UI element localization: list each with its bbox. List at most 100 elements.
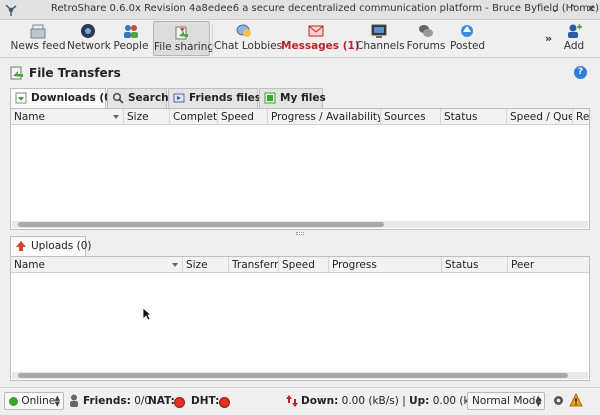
scrollbar-thumb[interactable]: [18, 373, 568, 378]
search-icon: [113, 93, 124, 104]
friends-label: Friends: 0/0: [83, 395, 152, 407]
operating-mode-value: Normal Mode: [472, 395, 542, 407]
column-header-name[interactable]: Name: [11, 109, 124, 125]
toolbar-label: Network: [67, 40, 111, 52]
toolbar-label: Posted: [450, 40, 486, 52]
column-header-completed[interactable]: Completed: [170, 109, 218, 125]
column-header-size[interactable]: Size: [183, 257, 229, 273]
messages-icon: [308, 25, 324, 37]
dht-label: DHT:: [191, 395, 220, 407]
close-icon[interactable]: ✕: [584, 3, 598, 17]
tab-search[interactable]: Search: [107, 88, 169, 108]
column-header-status[interactable]: Status: [442, 257, 508, 273]
toolbar-label: People: [113, 40, 149, 52]
toolbar-posted[interactable]: Posted: [450, 21, 486, 56]
status-bar: Online ▲ ▼ Friends: 0/0 NAT: DHT: Down: 0…: [0, 387, 600, 415]
tab-label: My files: [280, 92, 326, 104]
bandwidth-readout: Down: 0.00 (kB/s) | Up: 0.00 (kB/s): [301, 395, 490, 407]
tab-label: Search: [128, 92, 169, 104]
main-toolbar: News feed Network People File sharing Ch…: [0, 20, 600, 58]
page-title: File Transfers: [29, 66, 121, 80]
download-icon: [15, 92, 27, 104]
column-header-status[interactable]: Status: [441, 109, 507, 125]
chat-lobbies-icon: [236, 24, 251, 37]
bandwidth-icon: [286, 395, 298, 407]
column-header-sources[interactable]: Sources: [381, 109, 441, 125]
column-header-speed[interactable]: Speed: [279, 257, 329, 273]
toolbar-forums[interactable]: Forums: [406, 21, 446, 56]
scrollbar-thumb[interactable]: [18, 222, 384, 227]
column-header-transferred[interactable]: Transferred: [229, 257, 279, 273]
toolbar-label: Forums: [406, 40, 446, 52]
window-title: RetroShare 0.6.0x Revision 4a8edee6 a se…: [50, 3, 600, 14]
dht-status-icon[interactable]: [219, 397, 230, 408]
uploads-horizontal-scrollbar[interactable]: [12, 372, 588, 379]
minimize-icon[interactable]: ⌄: [548, 3, 562, 17]
my-files-icon: [264, 92, 276, 104]
add-friend-icon: [568, 24, 582, 38]
panel-header: File Transfers ?: [7, 62, 593, 84]
column-header-speed-queue[interactable]: Speed / Queue: [507, 109, 573, 125]
forums-icon: [419, 25, 433, 37]
nat-status-icon[interactable]: [174, 397, 185, 408]
file-sharing-icon: [175, 26, 188, 40]
settings-gear-icon[interactable]: [553, 395, 564, 406]
column-header-speed[interactable]: Speed: [218, 109, 268, 125]
tab-label: Downloads (0): [31, 92, 117, 104]
tab-uploads[interactable]: Uploads (0): [10, 236, 91, 256]
downloads-horizontal-scrollbar[interactable]: [12, 221, 588, 228]
downloads-table[interactable]: Name Size Completed Speed Progress / Ava…: [10, 108, 590, 230]
mouse-cursor-icon: [142, 307, 152, 321]
sort-desc-icon: [113, 115, 119, 119]
help-icon[interactable]: ?: [574, 66, 587, 79]
network-icon: [81, 24, 95, 38]
column-header-name[interactable]: Name: [11, 257, 183, 273]
toolbar-messages[interactable]: Messages (1): [281, 21, 360, 56]
column-header-peer[interactable]: Peer: [508, 257, 589, 273]
online-status-icon: [9, 397, 18, 406]
toolbar-file-sharing[interactable]: File sharing: [153, 21, 214, 56]
news-feed-icon: [30, 24, 46, 39]
toolbar-network[interactable]: Network: [67, 21, 111, 56]
tab-my-files[interactable]: My files: [259, 88, 326, 108]
spin-arrows-icon: ▲ ▼: [54, 394, 60, 408]
column-header-size[interactable]: Size: [124, 109, 170, 125]
tab-label: Friends files: [189, 92, 262, 104]
people-icon: [124, 25, 138, 38]
column-header-remaining[interactable]: Rem: [573, 109, 589, 125]
toolbar-channels[interactable]: Channels: [356, 21, 405, 56]
uploads-table-header: Name Size Transferred Speed Progress Sta…: [11, 257, 589, 273]
sort-desc-icon: [172, 263, 178, 267]
toolbar-label: File sharing: [154, 41, 215, 53]
online-status-value: Online: [21, 395, 56, 407]
toolbar-label: News feed: [10, 40, 66, 52]
warning-icon[interactable]: [569, 393, 583, 407]
friends-files-icon: [173, 93, 185, 103]
operating-mode-select[interactable]: Normal Mode ▲ ▼: [467, 392, 545, 410]
title-bar: RetroShare 0.6.0x Revision 4a8edee6 a se…: [0, 0, 600, 20]
maximize-icon[interactable]: ⌃: [566, 3, 580, 17]
column-header-progress[interactable]: Progress / Availability: [268, 109, 381, 125]
toolbar-news-feed[interactable]: News feed: [10, 21, 66, 56]
uploads-table[interactable]: Name Size Transferred Speed Progress Sta…: [10, 256, 590, 381]
toolbar-chat-lobbies[interactable]: Chat Lobbies: [214, 21, 282, 56]
toolbar-label: Add: [563, 40, 585, 52]
tab-label: Uploads (0): [31, 240, 92, 252]
pane-splitter-handle[interactable]: [296, 232, 304, 235]
tab-downloads[interactable]: Downloads (0): [10, 88, 116, 109]
upload-icon: [16, 241, 26, 251]
downloads-table-header: Name Size Completed Speed Progress / Ava…: [11, 109, 589, 125]
posted-icon: [461, 25, 473, 37]
file-transfers-icon: [10, 66, 23, 80]
column-header-progress[interactable]: Progress: [329, 257, 442, 273]
toolbar-people[interactable]: People: [113, 21, 149, 56]
toolbar-label: Messages (1): [281, 40, 360, 52]
toolbar-add[interactable]: Add: [561, 21, 587, 56]
toolbar-overflow-button[interactable]: »: [545, 32, 552, 45]
nat-label: NAT:: [148, 395, 175, 407]
friends-icon: [70, 394, 78, 407]
online-status-select[interactable]: Online ▲ ▼: [4, 392, 64, 410]
channels-icon: [371, 24, 387, 38]
tab-friends-files[interactable]: Friends files: [168, 88, 262, 108]
toolbar-label: Channels: [356, 40, 405, 52]
